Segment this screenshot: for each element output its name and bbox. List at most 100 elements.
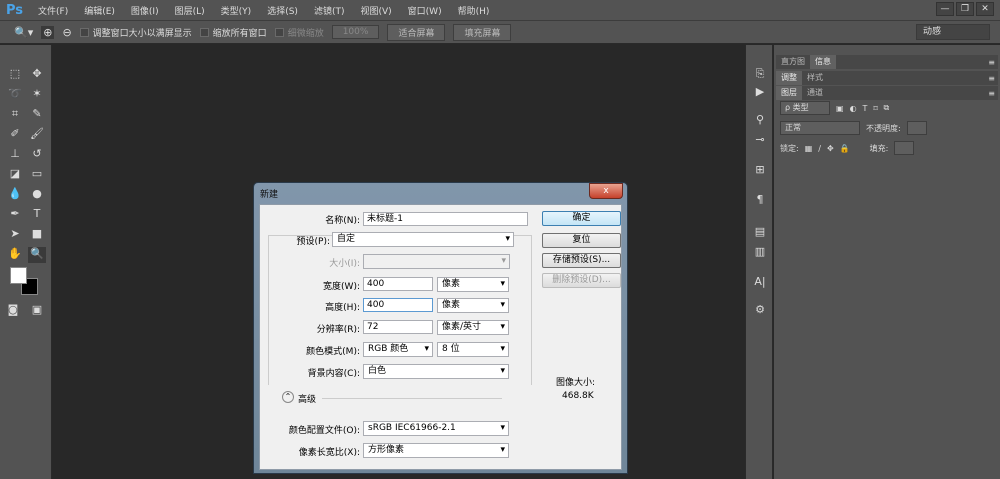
fill-screen-button[interactable]: 填充屏幕 [453,23,512,41]
history-icon[interactable]: ⎘ [751,67,769,83]
lock-pixels-icon[interactable]: ▦ [805,144,813,153]
background-select[interactable]: 白色 [363,364,509,379]
tab-histogram[interactable]: 直方图 [776,55,810,69]
height-input[interactable]: 400 [363,298,433,312]
color-profile-select[interactable]: sRGB IEC61966-2.1 [363,421,509,436]
tab-channels[interactable]: 通道 [802,86,828,100]
preset-select[interactable]: 自定 [332,232,514,247]
path-select-icon[interactable]: ➤ [6,227,24,243]
crop-tool-icon[interactable]: ⌗ [6,107,24,123]
minimize-button[interactable]: — [936,2,954,16]
resolution-unit-select[interactable]: 像素/英寸 [437,320,509,335]
dialog-close-button[interactable]: x [589,183,623,199]
lock-all-icon[interactable]: 🔒 [840,144,850,153]
menu-filter[interactable]: 滤镜(T) [306,4,353,17]
brush-presets-icon[interactable]: ⚲ [751,113,769,129]
zoom-tool-icon[interactable]: 🔍 [28,247,46,263]
resolution-input[interactable]: 72 [363,320,433,334]
bit-depth-select[interactable]: 8 位 [437,342,509,357]
tab-styles[interactable]: 样式 [802,71,828,85]
move-tool-icon[interactable]: ✥ [28,67,46,83]
clone-source-icon[interactable]: ⊞ [751,163,769,179]
size-select[interactable] [363,254,510,269]
menu-view[interactable]: 视图(V) [352,4,399,17]
stamp-tool-icon[interactable]: ⊥ [6,147,24,163]
fit-screen-button[interactable]: 适合屏幕 [387,23,446,41]
blend-mode-select[interactable]: 正常 [780,121,860,135]
zoom-tool-preset-icon[interactable]: 🔍▾ [14,26,33,39]
lasso-tool-icon[interactable]: ➰ [6,87,24,103]
zoom-out-icon[interactable]: ⊖ [62,26,71,39]
pixel-filter-icon[interactable]: ▣ [836,104,844,113]
actual-pixels-button[interactable]: 100% [331,25,380,39]
menu-edit[interactable]: 编辑(E) [76,4,123,17]
adjustment-filter-icon[interactable]: ◐ [850,104,857,113]
hand-tool-icon[interactable]: ✋ [6,247,24,263]
close-window-button[interactable]: ✕ [976,2,994,16]
smart-object-filter-icon[interactable]: ⧉ [884,103,890,113]
scrubby-zoom-checkbox[interactable]: 细微缩放 [274,26,324,39]
layer-comps-icon[interactable]: ▤ [751,225,769,241]
gradient-tool-icon[interactable]: ▭ [28,167,46,183]
menu-layer[interactable]: 图层(L) [167,4,213,17]
menu-help[interactable]: 帮助(H) [450,4,498,17]
panel-dock: ⎘ ▶ ⚲ ⊸ ⊞ ¶ ▤ ▥ A| ⚙ [745,45,773,479]
tab-info[interactable]: 信息 [810,55,836,69]
maximize-button[interactable]: ❐ [956,2,974,16]
magic-wand-icon[interactable]: ✶ [28,87,46,103]
menu-bar: Ps 文件(F) 编辑(E) 图像(I) 图层(L) 类型(Y) 选择(S) 滤… [0,0,1000,20]
lock-position-icon[interactable]: ✥ [827,144,834,153]
brush-tool-icon[interactable]: 🖌 [28,127,46,143]
actions-play-icon[interactable]: ▶ [751,85,769,101]
width-unit-select[interactable]: 像素 [437,277,509,292]
brush-icon[interactable]: ⊸ [751,133,769,149]
lock-paint-icon[interactable]: ∕ [818,144,821,153]
pen-tool-icon[interactable]: ✒ [6,207,24,223]
shape-filter-icon[interactable]: ⌑ [873,104,877,113]
quick-mask-icon[interactable]: ◙ [4,303,22,319]
tab-adjustments[interactable]: 调整 [776,71,802,85]
rectangle-tool-icon[interactable]: ■ [28,227,46,243]
panel-menu-icon[interactable]: ≡ [988,58,998,67]
screen-mode-icon[interactable]: ▣ [28,303,46,319]
menu-image[interactable]: 图像(I) [123,4,167,17]
name-input[interactable]: 未标题-1 [363,212,528,226]
paragraph-icon[interactable]: ¶ [751,193,769,209]
type-filter-icon[interactable]: T [863,104,868,113]
panel-menu-icon[interactable]: ≡ [988,89,998,98]
healing-brush-icon[interactable]: ✐ [6,127,24,143]
ok-button[interactable]: 确定 [542,211,621,226]
color-mode-select[interactable]: RGB 颜色 [363,342,433,357]
height-unit-select[interactable]: 像素 [437,298,509,313]
resize-windows-checkbox[interactable]: 调整窗口大小以满屏显示 [79,26,192,39]
notes-icon[interactable]: ▥ [751,245,769,261]
pixel-aspect-select[interactable]: 方形像素 [363,443,509,458]
delete-preset-button[interactable]: 删除预设(D)... [542,273,621,288]
type-tool-icon[interactable]: T [28,207,46,223]
layer-filter-select[interactable]: ρ 类型 [780,101,830,115]
fill-input[interactable] [894,141,915,155]
eraser-tool-icon[interactable]: ◪ [6,167,24,183]
workspace-select[interactable]: 动感 [916,24,990,40]
eyedropper-icon[interactable]: ✎ [28,107,46,123]
reset-button[interactable]: 复位 [542,233,621,248]
dodge-tool-icon[interactable]: ● [28,187,46,203]
properties-icon[interactable]: ⚙ [751,303,769,319]
menu-file[interactable]: 文件(F) [30,4,76,17]
character-icon[interactable]: A| [751,275,769,291]
advanced-toggle-icon[interactable]: ⌃ [282,391,294,403]
zoom-all-windows-checkbox[interactable]: 缩放所有窗口 [199,26,267,39]
history-brush-icon[interactable]: ↺ [28,147,46,163]
save-preset-button[interactable]: 存储预设(S)... [542,253,621,268]
width-input[interactable]: 400 [363,277,433,291]
panel-menu-icon[interactable]: ≡ [988,74,998,83]
blur-tool-icon[interactable]: 💧 [6,187,24,203]
marquee-tool-icon[interactable]: ⬚ [6,67,24,83]
foreground-color-swatch[interactable] [10,267,27,284]
zoom-in-icon[interactable]: ⊕ [41,25,55,39]
menu-window[interactable]: 窗口(W) [400,4,450,17]
tab-layers[interactable]: 图层 [776,86,802,100]
menu-type[interactable]: 类型(Y) [213,4,260,17]
opacity-input[interactable] [906,121,927,135]
menu-select[interactable]: 选择(S) [259,4,306,17]
